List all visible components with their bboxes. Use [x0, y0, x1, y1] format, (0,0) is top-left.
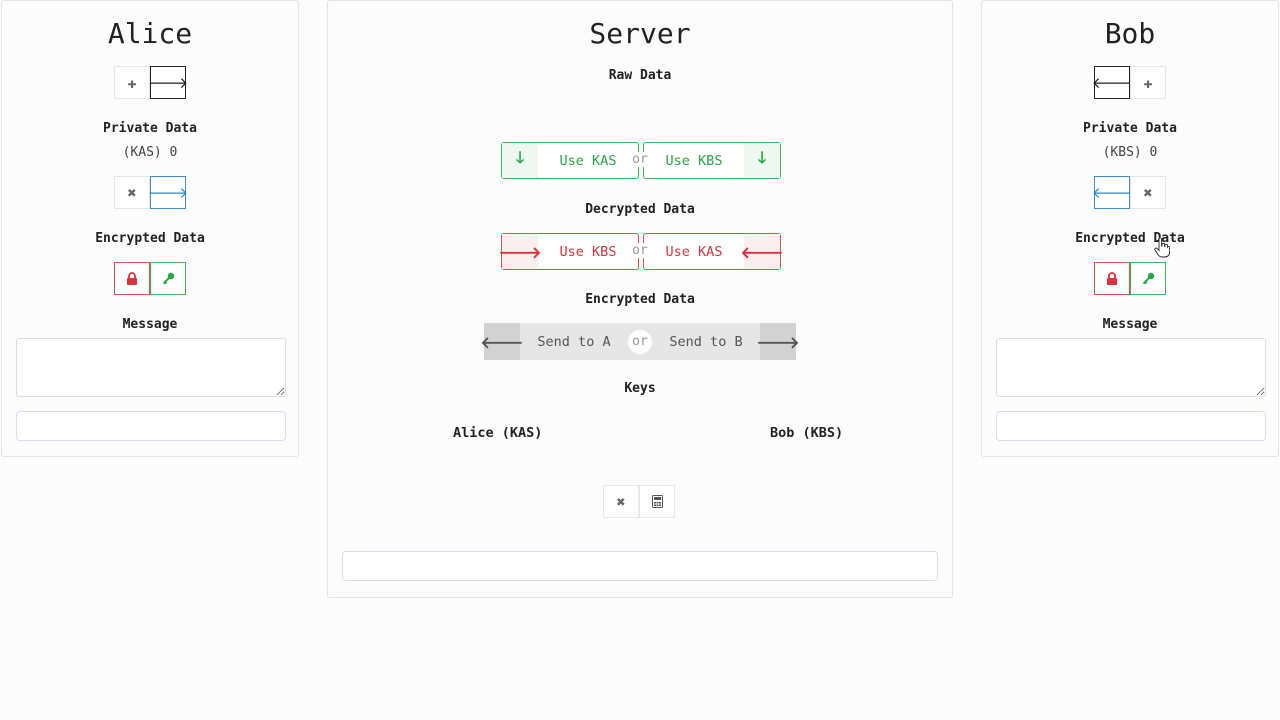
bob-status-bar: [996, 411, 1266, 441]
server-title: Server: [589, 17, 691, 50]
arrow-right-icon: 🡒: [147, 184, 189, 202]
or-label: or: [630, 152, 650, 167]
send-to-a-button[interactable]: Send to A: [520, 334, 628, 350]
close-icon: ✖: [127, 183, 137, 202]
arrow-down-icon: 🡓: [502, 143, 538, 178]
alice-message-input[interactable]: [16, 338, 286, 397]
bob-private-button-group: 🡐 ✖: [1091, 176, 1166, 209]
close-icon: ✖: [1143, 183, 1153, 202]
bob-private-label: Private Data: [1083, 121, 1177, 136]
or-label: or: [630, 243, 650, 258]
lock-icon: [127, 272, 137, 285]
bob-clear-button[interactable]: ✖: [1130, 176, 1166, 209]
bob-key-label: Bob (KBS): [770, 425, 844, 441]
plus-icon: ✚: [1143, 73, 1153, 92]
arrow-left-icon[interactable]: 🡐: [481, 323, 523, 360]
bob-message-input[interactable]: [996, 338, 1266, 397]
calculator-icon: [651, 495, 663, 508]
keys-label: Keys: [624, 381, 656, 396]
use-kbs-encrypt-button[interactable]: 🡒 Use KBS: [499, 233, 639, 270]
alice-private-button-group: ✖ 🡒: [114, 176, 189, 209]
arrow-right-icon: 🡒: [147, 74, 189, 92]
or-label: or: [628, 329, 652, 354]
alice-key-label: Alice (KAS): [453, 425, 543, 441]
alice-panel: Alice ✚ 🡒 Private Data (KAS) 0 ✖ 🡒 Encry…: [1, 0, 299, 457]
use-kas-label: Use KAS: [665, 243, 723, 260]
bob-panel: Bob 🡐 ✚ Private Data (KBS) 0 🡐 ✖ Encrypt…: [981, 0, 1279, 457]
server-panel: Server Raw Data 🡓 Use KAS Use KBS 🡓 or D…: [327, 0, 953, 598]
use-kbs-decrypt-button[interactable]: Use KBS 🡓: [643, 142, 781, 179]
arrow-right-icon[interactable]: 🡒: [757, 323, 799, 360]
bob-message-label: Message: [1102, 317, 1158, 332]
bob-title: Bob: [1104, 17, 1156, 50]
send-to-b-button[interactable]: Send to B: [652, 334, 760, 350]
use-kbs-label: Use KBS: [559, 243, 617, 260]
bob-forward-button[interactable]: 🡐: [1091, 176, 1133, 209]
bob-encrypted-button-group: [1094, 262, 1166, 295]
alice-title: Alice: [107, 17, 193, 50]
clear-keys-button[interactable]: ✖: [603, 485, 639, 518]
decrypt-button-row: 🡓 Use KAS Use KBS 🡓 or: [501, 142, 781, 179]
encrypted-data-label: Encrypted Data: [585, 292, 695, 307]
raw-data-label: Raw Data: [608, 68, 672, 83]
lock-icon: [1107, 272, 1117, 285]
alice-status-bar: [16, 411, 286, 441]
use-kas-encrypt-button[interactable]: Use KAS 🡐: [643, 233, 783, 270]
server-status-bar: [342, 551, 938, 581]
alice-message-label: Message: [122, 317, 178, 332]
use-kas-label: Use KAS: [559, 152, 617, 169]
arrow-left-icon: 🡐: [1091, 184, 1133, 202]
alice-private-value: (KAS) 0: [122, 145, 178, 160]
keys-button-group: ✖: [603, 485, 675, 518]
alice-encrypted-button-group: [114, 262, 186, 295]
use-kas-decrypt-button[interactable]: 🡓 Use KAS: [501, 142, 639, 179]
arrow-down-icon: 🡓: [744, 143, 780, 178]
bob-private-value: (KBS) 0: [1102, 145, 1158, 160]
close-icon: ✖: [616, 492, 626, 511]
alice-key-button[interactable]: [150, 262, 186, 295]
alice-send-button[interactable]: 🡒: [147, 66, 189, 99]
alice-private-label: Private Data: [103, 121, 197, 136]
alice-clear-button[interactable]: ✖: [114, 176, 150, 209]
alice-forward-button[interactable]: 🡒: [147, 176, 189, 209]
key-icon: [1142, 272, 1154, 285]
bob-key-button[interactable]: [1130, 262, 1166, 295]
send-button-row: 🡐 Send to A or Send to B 🡒: [481, 323, 799, 360]
hand-cursor-icon: [1154, 238, 1170, 258]
decrypted-data-label: Decrypted Data: [585, 202, 695, 217]
bob-lock-button[interactable]: [1094, 262, 1130, 295]
key-icon: [162, 272, 174, 285]
bob-generate-button[interactable]: ✚: [1130, 66, 1166, 99]
encrypt-button-row: 🡒 Use KBS Use KAS 🡐 or: [499, 233, 783, 270]
plus-icon: ✚: [127, 73, 137, 92]
arrow-right-icon: 🡒: [499, 234, 541, 269]
arrow-left-icon: 🡐: [1091, 74, 1133, 92]
compute-keys-button[interactable]: [639, 485, 675, 518]
bob-send-button[interactable]: 🡐: [1091, 66, 1133, 99]
alice-lock-button[interactable]: [114, 262, 150, 295]
alice-encrypted-label: Encrypted Data: [95, 231, 205, 246]
alice-top-button-group: ✚ 🡒: [114, 66, 189, 99]
use-kbs-label: Use KBS: [665, 152, 723, 169]
alice-generate-button[interactable]: ✚: [114, 66, 150, 99]
arrow-left-icon: 🡐: [741, 234, 783, 269]
bob-top-button-group: 🡐 ✚: [1091, 66, 1166, 99]
bob-encrypted-label: Encrypted Data: [1075, 231, 1185, 246]
